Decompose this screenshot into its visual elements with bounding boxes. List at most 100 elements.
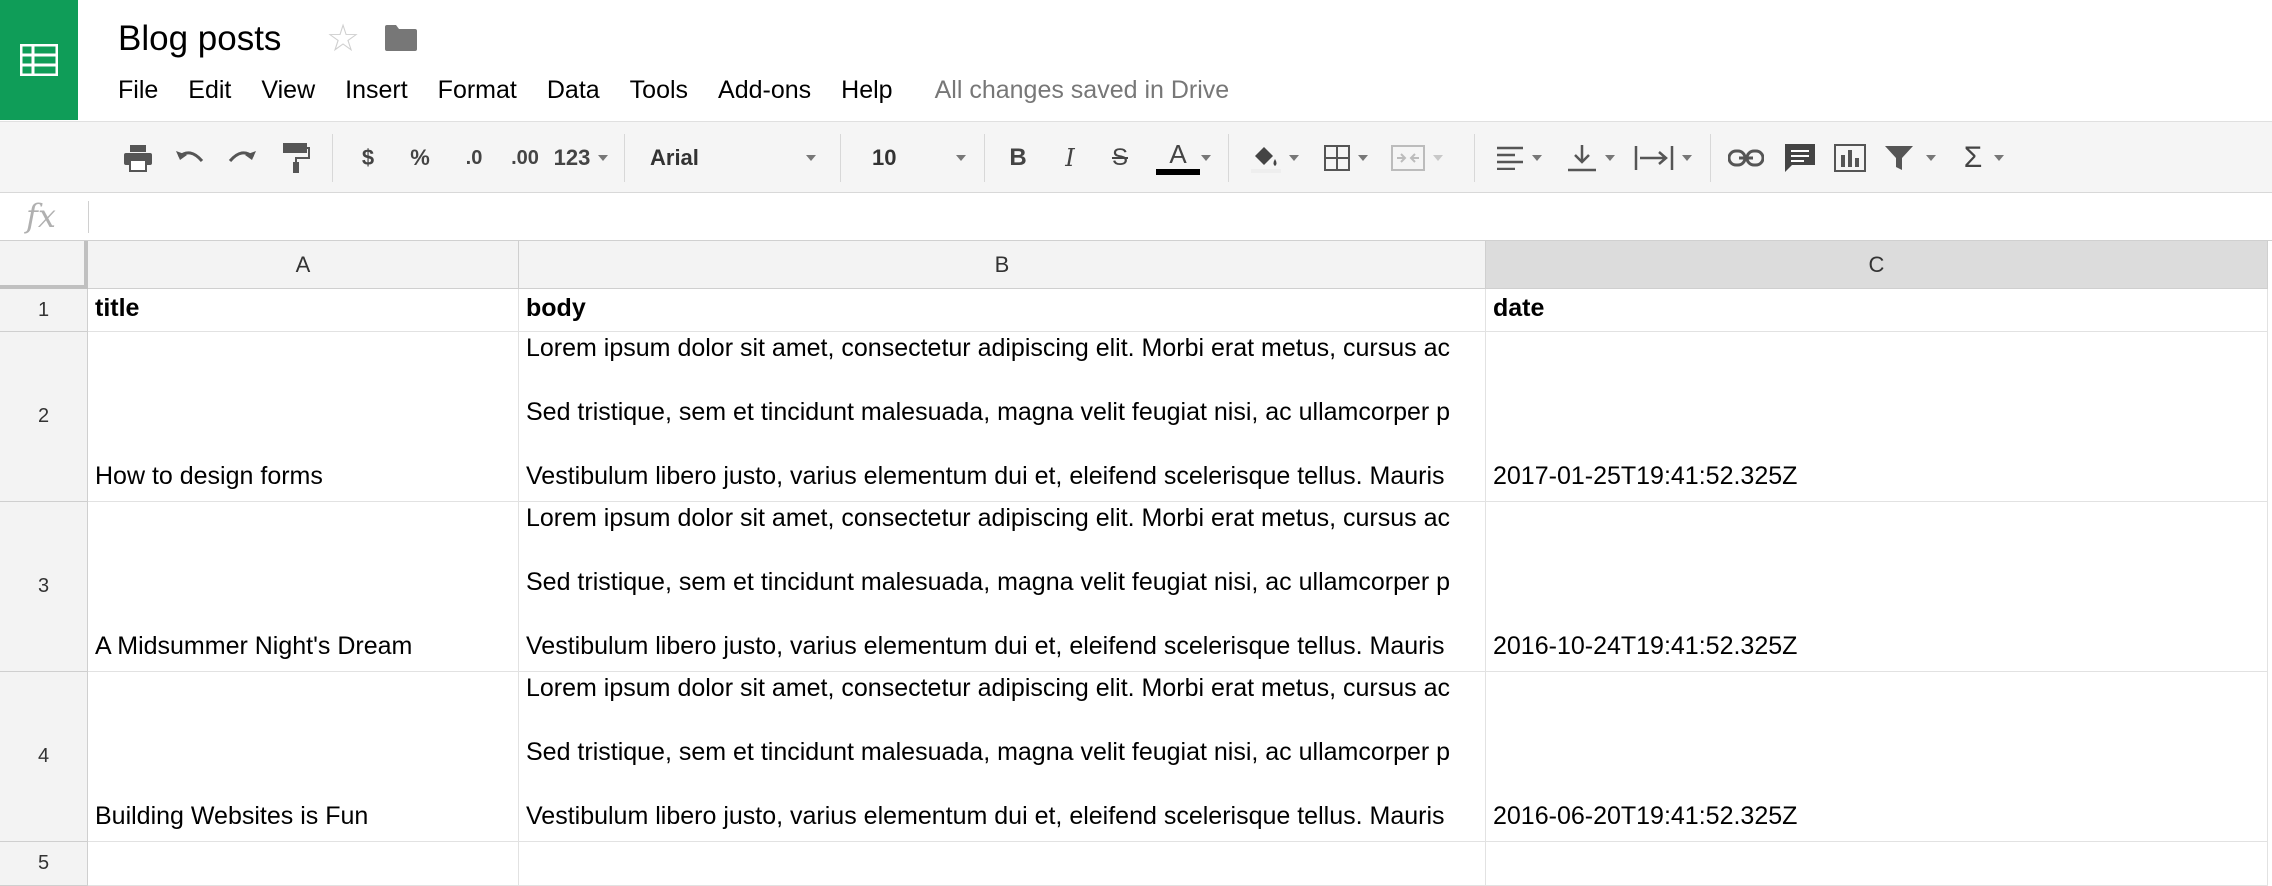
chevron-down-icon [1289,155,1299,161]
cell-b3-line-3: Vestibulum libero justo, varius elementu… [526,632,1445,660]
paint-format-icon[interactable] [276,122,316,194]
decrease-decimals-label: .0 [465,146,483,169]
document-title[interactable]: Blog posts [118,16,281,62]
column-header-c[interactable]: C [1486,241,2268,289]
folder-icon[interactable] [384,24,418,57]
print-icon[interactable] [118,122,158,194]
cell-b2-line-3: Vestibulum libero justo, varius elementu… [526,462,1445,490]
borders-button[interactable] [1318,122,1374,194]
functions-button[interactable]: Σ [1954,122,2014,194]
spreadsheet-grid: A B C 1 title body date 2 How to design … [0,241,2272,886]
horizontal-align-button[interactable] [1490,122,1548,194]
cell-a5[interactable] [88,842,519,886]
toolbar: $ % .0 .00 123 Arial 10 B I S A Σ [0,121,2272,193]
menu-format[interactable]: Format [438,73,517,107]
cell-a1[interactable]: title [88,289,519,332]
cell-b3-line-1: Lorem ipsum dolor sit amet, consectetur … [526,504,1450,532]
chevron-down-icon [956,155,966,161]
font-size-select[interactable]: 10 [872,122,966,194]
increase-decimals-label: .00 [511,146,539,169]
insert-link-icon[interactable] [1726,122,1766,194]
cell-c3-text: 2016-10-24T19:41:52.325Z [1493,632,1798,660]
chevron-down-icon [1605,155,1615,161]
menu-insert[interactable]: Insert [345,73,408,107]
chevron-down-icon [1532,155,1542,161]
chevron-down-icon [1926,155,1936,161]
chevron-down-icon [1433,155,1443,161]
cell-a1-text: title [95,294,140,322]
cell-a2-text: How to design forms [95,462,323,490]
cell-b2-line-1: Lorem ipsum dolor sit amet, consectetur … [526,334,1450,362]
text-color-icon: A [1169,139,1187,169]
insert-comment-icon[interactable] [1780,122,1820,194]
bold-button[interactable]: B [1000,122,1036,194]
currency-format-button[interactable]: $ [350,122,386,194]
menu-tools[interactable]: Tools [630,73,688,107]
sigma-icon: Σ [1963,141,1983,174]
row-header-4[interactable]: 4 [0,672,88,842]
cell-b4-line-2: Sed tristique, sem et tincidunt malesuad… [526,738,1451,766]
row-header-5[interactable]: 5 [0,842,88,886]
menu-help[interactable]: Help [841,73,892,107]
text-color-dropdown[interactable] [1198,122,1214,194]
cell-a3-text: A Midsummer Night's Dream [95,632,413,660]
cell-a3[interactable]: A Midsummer Night's Dream [88,502,519,672]
chevron-down-icon [1682,155,1692,161]
cell-b5[interactable] [519,842,1486,886]
fx-icon: fx [26,197,56,235]
redo-icon[interactable] [222,122,262,194]
insert-chart-icon[interactable] [1830,122,1870,194]
cell-c5[interactable] [1486,842,2268,886]
star-icon[interactable]: ☆ [326,18,360,60]
percent-format-button[interactable]: % [400,122,440,194]
row-header-3[interactable]: 3 [0,502,88,672]
formula-input[interactable] [96,199,2256,235]
cell-b3-line-2: Sed tristique, sem et tincidunt malesuad… [526,568,1451,596]
decrease-decimals-button[interactable]: .0 [452,122,496,194]
row-header-1[interactable]: 1 [0,289,88,332]
cell-c2-text: 2017-01-25T19:41:52.325Z [1493,462,1798,490]
menu-file[interactable]: File [118,73,158,107]
cell-b4-line-1: Lorem ipsum dolor sit amet, consectetur … [526,674,1450,702]
cell-c1-text: date [1493,294,1545,322]
undo-icon[interactable] [170,122,210,194]
menu-view[interactable]: View [261,73,315,107]
menu-data[interactable]: Data [547,73,600,107]
text-wrapping-button[interactable] [1630,122,1696,194]
chevron-down-icon [1358,155,1368,161]
font-family-select[interactable]: Arial [650,122,816,194]
chevron-down-icon [1201,155,1211,161]
column-header-b[interactable]: B [519,241,1486,289]
cell-c4-text: 2016-06-20T19:41:52.325Z [1493,802,1798,830]
italic-button[interactable]: I [1052,122,1088,194]
cell-a4[interactable]: Building Websites is Fun [88,672,519,842]
save-status[interactable]: All changes saved in Drive [935,76,1230,105]
cell-b2-line-2: Sed tristique, sem et tincidunt malesuad… [526,398,1451,426]
cell-c3[interactable]: 2016-10-24T19:41:52.325Z [1486,502,2268,672]
cell-a2[interactable]: How to design forms [88,332,519,502]
select-all-corner[interactable] [0,241,88,289]
cell-b2[interactable]: Lorem ipsum dolor sit amet, consectetur … [519,332,1486,502]
cell-c1[interactable]: date [1486,289,2268,332]
filter-button[interactable] [1880,122,1940,194]
chevron-down-icon [1994,155,2005,161]
increase-decimals-button[interactable]: .00 [500,122,550,194]
merge-cells-button[interactable] [1386,122,1448,194]
strikethrough-button[interactable]: S [1102,122,1138,194]
cell-c4[interactable]: 2016-06-20T19:41:52.325Z [1486,672,2268,842]
cell-b1[interactable]: body [519,289,1486,332]
font-family-value: Arial [650,145,699,170]
cell-b4[interactable]: Lorem ipsum dolor sit amet, consectetur … [519,672,1486,842]
sheets-logo-icon[interactable] [0,0,78,120]
menu-add-ons[interactable]: Add-ons [718,73,811,107]
cell-c2[interactable]: 2017-01-25T19:41:52.325Z [1486,332,2268,502]
menu-edit[interactable]: Edit [188,73,231,107]
fill-color-button[interactable] [1244,122,1306,194]
more-formats-label: 123 [553,145,591,170]
more-formats-dropdown[interactable]: 123 [550,122,612,194]
font-size-value: 10 [872,145,897,170]
row-header-2[interactable]: 2 [0,332,88,502]
vertical-align-button[interactable] [1560,122,1622,194]
column-header-a[interactable]: A [88,241,519,289]
cell-b3[interactable]: Lorem ipsum dolor sit amet, consectetur … [519,502,1486,672]
